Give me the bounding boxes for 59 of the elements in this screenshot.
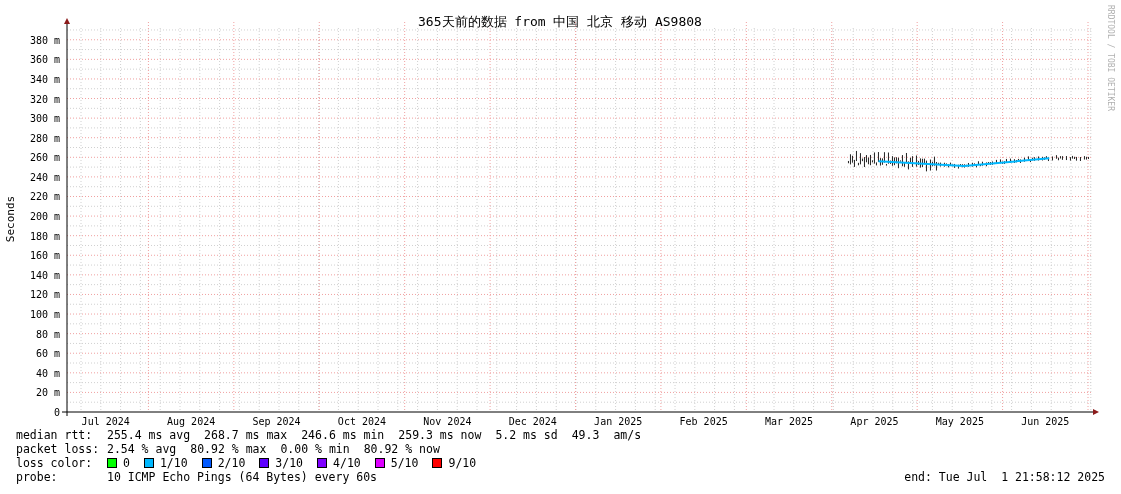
x-tick-label: Nov 2024 (423, 416, 472, 427)
y-tick-label: 140 m (29, 269, 60, 281)
y-tick-label: 200 m (29, 211, 60, 223)
stat-value: 2.54 % avg (107, 442, 177, 456)
legend-entry: 3/10 (275, 456, 304, 470)
x-tick-label: Sep 2024 (252, 416, 301, 427)
probe-text: 10 ICMP Echo Pings (64 Bytes) every 60s (107, 470, 378, 484)
stat-value: 255.4 ms avg (107, 428, 191, 442)
stat-value: 80.92 % now (363, 442, 440, 456)
x-tick-label: Jul 2024 (81, 416, 130, 427)
stat-value: 49.3 (571, 428, 600, 442)
side-label: RRDTOOL / TOBI OETIKER (1106, 5, 1115, 111)
y-tick-label: 100 m (29, 309, 60, 321)
y-tick-label: 40 m (35, 367, 60, 379)
y-tick-label: 380 m (29, 34, 60, 46)
y-tick-label: 180 m (29, 230, 60, 242)
legend-entry: 2/10 (217, 456, 246, 470)
legend-label: loss color: (16, 456, 94, 470)
legend-label: probe: (16, 470, 59, 484)
x-tick-label: Jun 2025 (1021, 416, 1070, 427)
stat-value: 268.7 ms max (204, 428, 288, 442)
stat-value: 80.92 % max (190, 442, 267, 456)
y-tick-label: 240 m (29, 171, 60, 183)
stat-value: am/s (613, 428, 642, 442)
legend-entry: 1/10 (159, 456, 188, 470)
stat-value: 5.2 ms sd (495, 428, 558, 442)
y-tick-label: 80 m (35, 328, 60, 340)
stat-value: 246.6 ms min (301, 428, 385, 442)
y-tick-label: 20 m (35, 387, 60, 399)
y-tick-label: 280 m (29, 132, 60, 144)
legend-entry: 9/10 (448, 456, 477, 470)
y-tick-label: 0 (53, 407, 60, 418)
x-tick-label: Dec 2024 (508, 416, 557, 427)
y-tick-label: 340 m (29, 73, 60, 85)
x-tick-label: Jan 2025 (594, 416, 643, 427)
stat-value: 259.3 ms now (398, 428, 482, 442)
x-tick-label: Oct 2024 (337, 416, 387, 427)
y-tick-label: 320 m (29, 93, 60, 105)
y-tick-label: 120 m (29, 289, 60, 301)
legend-label: packet loss: (16, 442, 101, 456)
y-tick-label: 300 m (29, 113, 60, 125)
y-tick-label: 160 m (29, 250, 60, 262)
y-axis-title: Seconds (4, 195, 17, 243)
legend-entry: 0 (123, 456, 130, 470)
y-tick-label: 260 m (29, 152, 60, 164)
x-tick-label: Aug 2024 (167, 416, 216, 427)
chart-title: 365天前的数据 from 中国 北京 移动 AS9808 (418, 14, 702, 29)
legend-entry: 4/10 (333, 456, 361, 470)
x-tick-label: Mar 2025 (764, 416, 814, 427)
x-tick-label: Feb 2025 (679, 416, 728, 427)
end-time: end: Tue Jul 1 21:58:12 2025 (904, 470, 1105, 484)
x-tick-label: May 2025 (935, 416, 984, 427)
legend-label: median rtt: (16, 428, 94, 442)
y-tick-label: 220 m (29, 191, 60, 203)
y-tick-label: 60 m (35, 348, 60, 360)
x-tick-label: Apr 2025 (850, 416, 899, 427)
y-tick-label: 360 m (29, 54, 60, 66)
stat-value: 0.00 % min (280, 442, 350, 456)
legend-entry: 5/10 (390, 456, 419, 470)
